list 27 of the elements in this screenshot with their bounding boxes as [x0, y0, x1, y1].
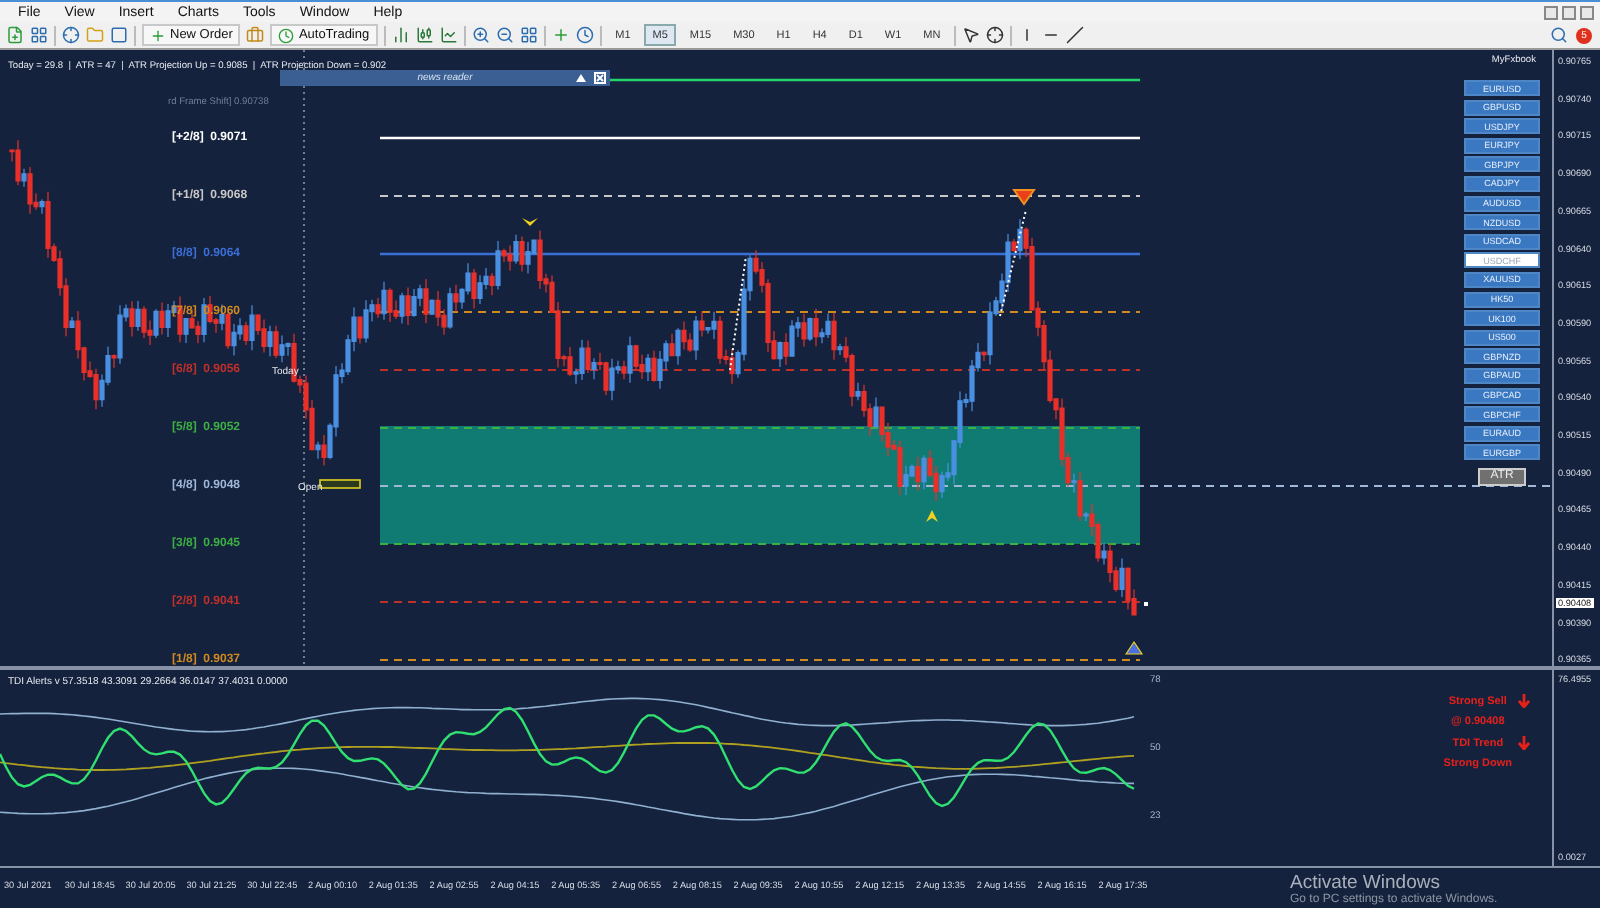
- clock-icon: [278, 27, 295, 43]
- price-tag-marker: [319, 479, 361, 489]
- clock-icon[interactable]: [575, 26, 594, 44]
- cursor-icon[interactable]: [962, 26, 981, 44]
- zoom-out-icon[interactable]: [495, 26, 514, 44]
- plus-icon: [150, 27, 166, 43]
- window-icon[interactable]: [110, 26, 128, 44]
- projection-line: [999, 209, 1027, 317]
- collapse-icon[interactable]: [576, 74, 586, 82]
- candlestick-icon[interactable]: [415, 26, 434, 44]
- trend-line-icon[interactable]: [1066, 26, 1085, 44]
- tile-icon[interactable]: [519, 26, 538, 44]
- crosshair-icon[interactable]: [62, 26, 80, 44]
- activation-notice-title: Activate Windows: [1290, 874, 1440, 894]
- search-icon[interactable]: [1550, 26, 1568, 44]
- bar-chart-icon[interactable]: [391, 26, 410, 44]
- new-chart-icon[interactable]: [6, 26, 24, 44]
- line-chart-icon[interactable]: [439, 26, 458, 44]
- projection-line: [729, 255, 747, 371]
- arrow-marker-icon: [522, 218, 538, 226]
- grid-icon[interactable]: [30, 26, 48, 44]
- up-marker-icon: [1124, 640, 1144, 655]
- zoom-in-icon[interactable]: [471, 26, 490, 44]
- down-marker-icon: [1012, 189, 1036, 206]
- crosshair-icon[interactable]: [986, 26, 1005, 44]
- arrow-marker-icon: [926, 510, 938, 522]
- briefcase-icon[interactable]: [246, 26, 265, 44]
